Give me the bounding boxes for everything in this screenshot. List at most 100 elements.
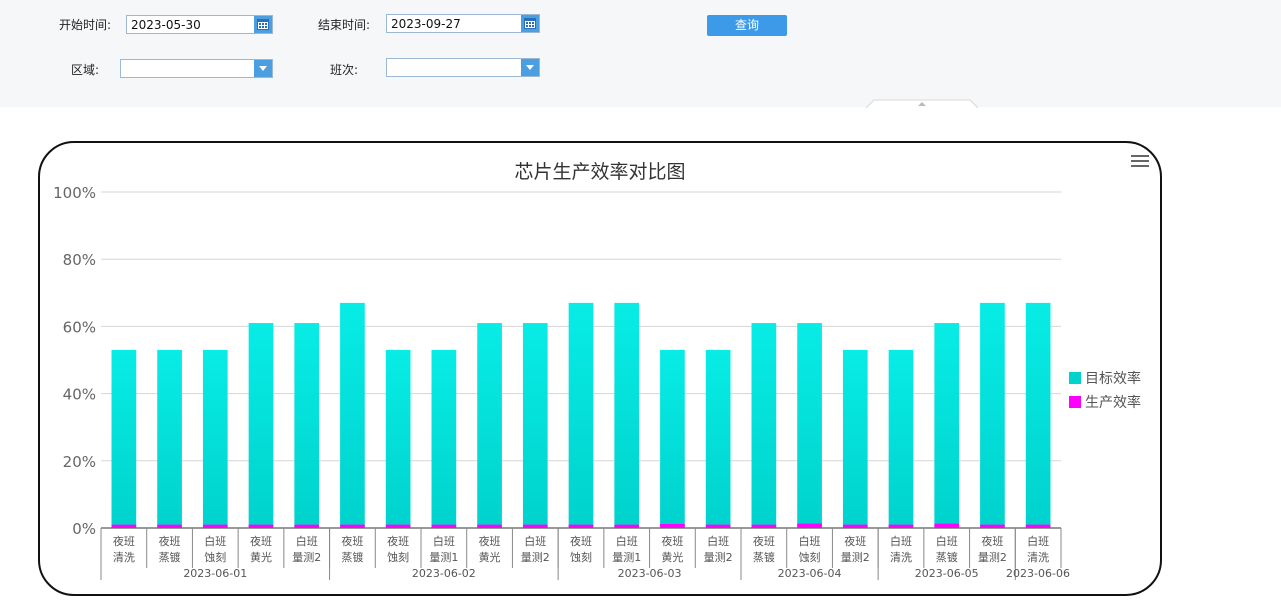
x-tick-label-shift: 夜班 (570, 534, 592, 548)
y-tick-label: 20% (63, 453, 96, 471)
x-tick-label-process: 蚀刻 (204, 550, 226, 564)
x-group-label-date: 2023-06-03 (618, 567, 682, 580)
bar-production-efficiency[interactable] (660, 523, 685, 528)
y-tick-label: 100% (53, 184, 96, 202)
bar-production-efficiency[interactable] (202, 524, 228, 528)
legend-label[interactable]: 目标效率 (1085, 370, 1141, 387)
bar-production-efficiency[interactable] (934, 523, 960, 528)
x-tick-label-process: 量测1 (612, 551, 641, 564)
x-tick-label-shift: 夜班 (981, 534, 1003, 548)
legend-label[interactable]: 生产效率 (1085, 394, 1141, 411)
bar-target-efficiency[interactable] (248, 323, 274, 528)
bar-target-efficiency[interactable] (934, 323, 960, 528)
x-tick-label-shift: 夜班 (250, 534, 272, 548)
x-tick-label-shift: 夜班 (341, 534, 363, 548)
bar-production-efficiency[interactable] (340, 524, 365, 528)
x-group-label-date: 2023-06-01 (183, 567, 247, 580)
x-tick-label-process: 量测2 (978, 551, 1007, 564)
bar-target-efficiency[interactable] (614, 302, 640, 528)
x-tick-label-process: 量测2 (841, 551, 870, 564)
bar-production-efficiency[interactable] (294, 524, 320, 528)
x-tick-label-process: 量测2 (704, 551, 733, 564)
x-group-label-date: 2023-06-05 (915, 567, 979, 580)
x-tick-label-shift: 白班 (890, 534, 912, 548)
bar-target-efficiency[interactable] (751, 323, 777, 528)
bar-production-efficiency[interactable] (751, 524, 777, 528)
x-tick-label-shift: 白班 (204, 534, 226, 548)
y-tick-label: 80% (63, 251, 96, 269)
x-tick-label-shift: 白班 (433, 534, 455, 548)
bar-target-efficiency[interactable] (431, 349, 457, 528)
x-tick-label-process: 清洗 (113, 551, 135, 564)
bar-production-efficiency[interactable] (888, 524, 914, 528)
bar-production-efficiency[interactable] (980, 524, 1005, 528)
chart-title: 芯片生产效率对比图 (514, 161, 685, 183)
x-tick-label-process: 蒸镀 (159, 550, 181, 564)
efficiency-chart: 芯片生产效率对比图 0% 20% 40% 60% 80% 100% 夜班清洗 夜班蒸镀 白班蚀… (53, 161, 1141, 580)
bar-production-efficiency[interactable] (705, 524, 731, 528)
x-tick-label-process: 蒸镀 (341, 550, 363, 564)
bar-target-efficiency[interactable] (202, 349, 228, 528)
x-tick-label-process: 量测2 (292, 551, 321, 564)
x-tick-label-process: 蚀刻 (387, 550, 409, 564)
y-tick-label: 0% (72, 520, 96, 538)
bar-production-efficiency[interactable] (248, 524, 274, 528)
x-tick-label-shift: 白班 (524, 534, 546, 548)
x-tick-label-shift: 白班 (296, 534, 318, 548)
x-tick-label-shift: 夜班 (844, 534, 866, 548)
x-tick-label-process: 蒸镀 (753, 550, 775, 564)
x-tick-label-process: 清洗 (1027, 551, 1049, 564)
x-group-label-date: 2023-06-06 (1006, 567, 1070, 580)
bar-target-efficiency[interactable] (294, 323, 320, 528)
x-tick-label-process: 量测2 (521, 551, 550, 564)
x-tick-label-shift: 白班 (799, 534, 821, 548)
legend-swatch-target[interactable] (1069, 372, 1081, 384)
bar-target-efficiency[interactable] (385, 349, 411, 528)
bar-production-efficiency[interactable] (157, 524, 182, 528)
x-tick-label-shift: 夜班 (753, 534, 775, 548)
bar-production-efficiency[interactable] (522, 524, 548, 528)
bar-production-efficiency[interactable] (614, 524, 640, 528)
x-tick-label-shift: 白班 (707, 534, 729, 548)
x-tick-label-shift: 白班 (616, 534, 638, 548)
bar-target-efficiency[interactable] (660, 349, 685, 528)
x-tick-label-process: 清洗 (890, 551, 912, 564)
bar-production-efficiency[interactable] (797, 523, 822, 528)
bar-target-efficiency[interactable] (522, 323, 548, 528)
x-tick-label-shift: 夜班 (159, 534, 181, 548)
bar-target-efficiency[interactable] (477, 323, 502, 528)
bar-production-efficiency[interactable] (385, 524, 411, 528)
x-tick-label-shift: 夜班 (387, 534, 409, 548)
bar-target-efficiency[interactable] (111, 349, 137, 528)
bar-target-efficiency[interactable] (888, 349, 914, 528)
x-tick-label-process: 黄光 (479, 550, 501, 564)
x-tick-label-shift: 夜班 (661, 534, 683, 548)
x-tick-label-shift: 白班 (936, 534, 958, 548)
x-tick-label-shift: 夜班 (479, 534, 501, 548)
x-tick-label-process: 黄光 (250, 550, 272, 564)
y-tick-label: 60% (63, 318, 96, 336)
bar-target-efficiency[interactable] (568, 302, 594, 528)
bar-target-efficiency[interactable] (797, 323, 822, 528)
bar-target-efficiency[interactable] (157, 349, 182, 528)
x-group-label-date: 2023-06-04 (778, 567, 842, 580)
bar-target-efficiency[interactable] (980, 302, 1005, 528)
bar-target-efficiency[interactable] (1025, 302, 1051, 528)
x-tick-label-process: 蚀刻 (799, 550, 821, 564)
x-group-label-date: 2023-06-02 (412, 567, 476, 580)
bar-production-efficiency[interactable] (477, 524, 502, 528)
x-tick-label-process: 蚀刻 (570, 550, 592, 564)
bar-production-efficiency[interactable] (568, 524, 594, 528)
bar-target-efficiency[interactable] (340, 302, 365, 528)
x-tick-label-process: 蒸镀 (936, 550, 958, 564)
bar-production-efficiency[interactable] (1025, 524, 1051, 528)
x-tick-label-process: 黄光 (661, 550, 683, 564)
bar-production-efficiency[interactable] (111, 524, 137, 528)
bar-target-efficiency[interactable] (705, 349, 731, 528)
bar-target-efficiency[interactable] (842, 349, 868, 528)
bar-production-efficiency[interactable] (431, 524, 457, 528)
x-tick-label-shift: 夜班 (113, 534, 135, 548)
legend-swatch-production[interactable] (1069, 396, 1081, 408)
y-tick-label: 40% (63, 386, 96, 404)
bar-production-efficiency[interactable] (842, 524, 868, 528)
